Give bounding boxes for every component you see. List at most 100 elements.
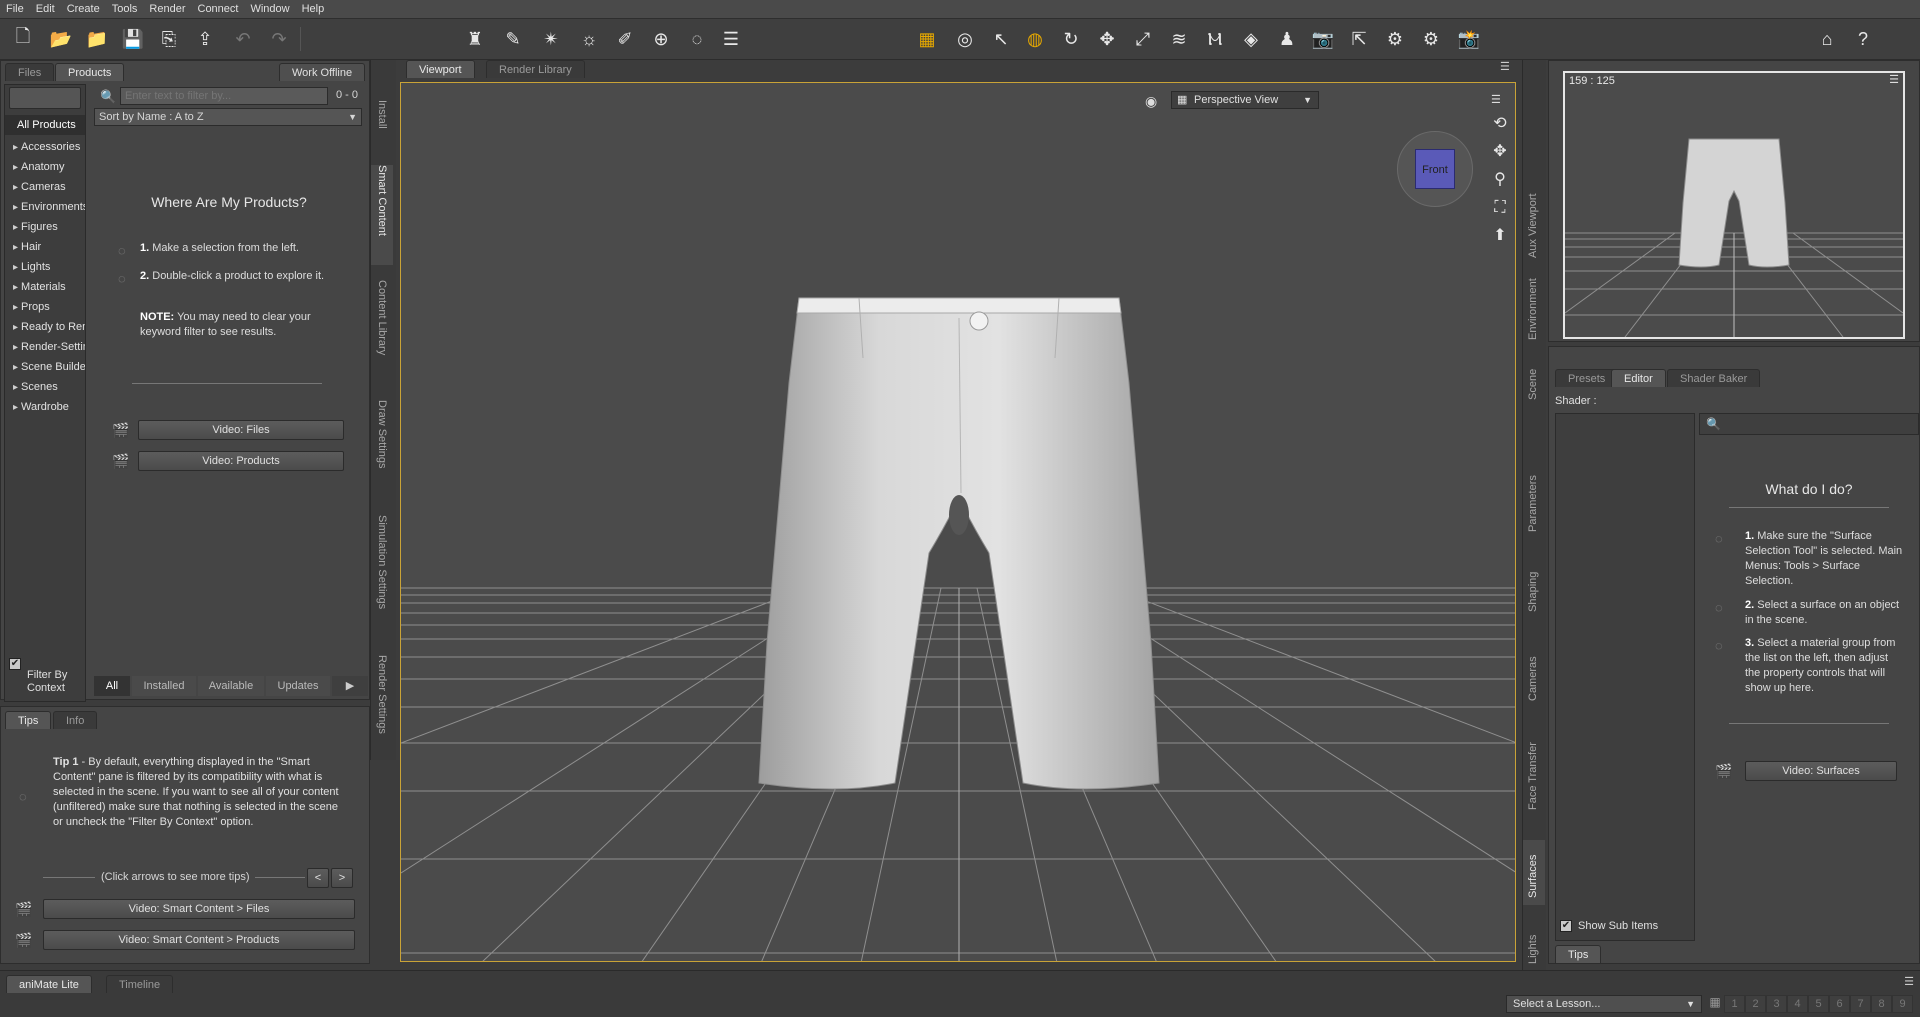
category-item[interactable]: Cameras (5, 177, 85, 197)
import-icon[interactable]: ⎘ (156, 26, 182, 52)
video-surfaces-button[interactable]: Video: Surfaces (1745, 761, 1897, 781)
prev-tip-button[interactable]: < (307, 868, 329, 888)
tab-parameters[interactable]: Parameters (1523, 460, 1545, 540)
category-item[interactable]: Hair (5, 237, 85, 257)
region-nav-icon[interactable]: ⇱ (1346, 26, 1372, 52)
tab-render-library[interactable]: Render Library (486, 60, 585, 78)
viewport-canvas[interactable]: ◉ ▦ Perspective View ▼ ☰ Front ⟲ ✥ ⚲ ⛶ ⬆ (400, 82, 1516, 962)
lesson-page[interactable]: 4 (1787, 995, 1808, 1013)
tab-tips[interactable]: Tips (5, 711, 52, 729)
frame-icon[interactable]: ⛶ (1489, 197, 1511, 219)
next-tip-button[interactable]: > (331, 868, 353, 888)
lesson-page[interactable]: 2 (1745, 995, 1766, 1013)
merge-file-icon[interactable]: 📁 (84, 26, 110, 52)
menu-tools[interactable]: Tools (112, 3, 138, 15)
video-products-button[interactable]: Video: Products (138, 451, 344, 471)
tab-available[interactable]: Available (198, 676, 264, 696)
tab-updates[interactable]: Updates (266, 676, 330, 696)
tab-environment[interactable]: Environment (1523, 260, 1545, 350)
view-cube-front[interactable]: Front (1415, 149, 1455, 189)
tab-files[interactable]: Files (5, 63, 55, 81)
material-group-list[interactable]: ✔ Show Sub Items (1555, 413, 1695, 941)
orbit-icon[interactable]: ⟲ (1489, 113, 1511, 135)
reset-view-icon[interactable]: ⬆ (1489, 225, 1511, 247)
tab-cameras[interactable]: Cameras (1523, 645, 1545, 705)
menu-create[interactable]: Create (67, 3, 100, 15)
tab-shader-baker[interactable]: Shader Baker (1667, 369, 1761, 387)
save-icon[interactable]: 💾 (120, 26, 146, 52)
category-item[interactable]: Ready to Render (5, 317, 85, 337)
joint-editor-icon[interactable]: ≋ (1166, 26, 1192, 52)
tab-render-settings[interactable]: Render Settings (371, 655, 393, 755)
video-files-button[interactable]: Video: Files (138, 420, 344, 440)
figure-setup-icon[interactable]: ♟ (1274, 26, 1300, 52)
category-item[interactable]: Environments (5, 197, 85, 217)
tab-scene[interactable]: Scene (1523, 360, 1545, 410)
tab-editor[interactable]: Editor (1611, 369, 1666, 387)
camera-tool-icon[interactable]: 📷 (1310, 26, 1336, 52)
menu-edit[interactable]: Edit (36, 3, 55, 15)
viewport-pane-menu-icon[interactable]: ☰ (1500, 60, 1510, 73)
tab-lights[interactable]: Lights (1523, 926, 1545, 966)
category-item[interactable]: Accessories (5, 137, 85, 157)
tab-content-library[interactable]: Content Library (371, 280, 393, 380)
property-filter-input[interactable]: 🔍 (1699, 413, 1919, 435)
view-select-dropdown[interactable]: ▦ Perspective View ▼ (1171, 91, 1319, 109)
category-item[interactable]: Scenes (5, 377, 85, 397)
lesson-page[interactable]: 5 (1808, 995, 1829, 1013)
video-smart-content-files-button[interactable]: Video: Smart Content > Files (43, 899, 355, 919)
draw-style-icon[interactable]: ◉ (1145, 93, 1157, 110)
spot-render-icon[interactable]: ⚙ (1418, 26, 1444, 52)
lesson-page[interactable]: 1 (1724, 995, 1745, 1013)
point-light-icon[interactable]: ✐ (612, 26, 638, 52)
new-file-icon[interactable]: 🗋 (10, 26, 36, 52)
tab-shaping[interactable]: Shaping (1523, 560, 1545, 620)
camera-light-icon[interactable]: ⊕ (648, 26, 674, 52)
category-item[interactable]: Scene Builder (5, 357, 85, 377)
sort-dropdown[interactable]: Sort by Name : A to Z ▼ (94, 108, 362, 126)
lesson-page[interactable]: 6 (1829, 995, 1850, 1013)
rotate-icon[interactable]: ◍ (1022, 26, 1048, 52)
category-item[interactable]: Render-Settings (5, 337, 85, 357)
menu-file[interactable]: File (6, 3, 24, 15)
aux-menu-icon[interactable]: ☰ (1889, 73, 1899, 86)
aux-viewport-canvas[interactable]: 159 : 125 ☰ (1563, 71, 1905, 339)
rotate-tool-icon[interactable]: ↻ (1058, 26, 1084, 52)
translate-icon[interactable]: ✥ (1094, 26, 1120, 52)
tab-all[interactable]: All (94, 676, 130, 696)
help-icon[interactable]: ? (1850, 26, 1876, 52)
tab-timeline[interactable]: Timeline (106, 975, 174, 993)
category-item[interactable]: Materials (5, 277, 85, 297)
tab-install[interactable]: Install (371, 100, 393, 170)
menu-help[interactable]: Help (302, 3, 325, 15)
menu-window[interactable]: Window (250, 3, 289, 15)
lesson-page[interactable]: 3 (1766, 995, 1787, 1013)
tab-draw-settings[interactable]: Draw Settings (371, 400, 393, 500)
video-smart-content-products-button[interactable]: Video: Smart Content > Products (43, 930, 355, 950)
tab-installed[interactable]: Installed (132, 676, 196, 696)
tab-animate-lite[interactable]: aniMate Lite (6, 975, 92, 993)
scale-icon[interactable]: ⤢ (1130, 26, 1156, 52)
spotlight-icon[interactable]: ✴ (538, 26, 564, 52)
vendor-filter-dropdown[interactable] (9, 87, 81, 109)
all-products-item[interactable]: All Products (5, 115, 85, 135)
viewport-menu-icon[interactable]: ☰ (1491, 93, 1501, 106)
universal-tool-icon[interactable]: ◎ (952, 26, 978, 52)
home-icon[interactable]: ⌂ (1814, 26, 1840, 52)
tab-viewport[interactable]: Viewport (406, 60, 475, 78)
zoom-icon[interactable]: ⚲ (1489, 169, 1511, 191)
tab-surfaces[interactable]: Surfaces (1523, 840, 1545, 905)
geometry-editor-icon[interactable]: Ⲙ (1202, 26, 1228, 52)
lesson-page[interactable]: 9 (1892, 995, 1913, 1013)
node-selection-icon[interactable]: ↖ (988, 26, 1014, 52)
category-item[interactable]: Lights (5, 257, 85, 277)
tab-simulation-settings[interactable]: Simulation Settings (371, 515, 393, 645)
category-item[interactable]: Figures (5, 217, 85, 237)
render-icon[interactable]: 📸 (1456, 26, 1482, 52)
export-icon[interactable]: ⇪ (192, 26, 218, 52)
bottom-menu-icon[interactable]: ☰ (1904, 975, 1914, 988)
active-pose-tool-icon[interactable]: ▦ (914, 26, 940, 52)
menu-render[interactable]: Render (149, 3, 185, 15)
align-icon[interactable]: ☰ (718, 26, 744, 52)
tabs-scroll-right-icon[interactable]: ▶ (332, 676, 368, 696)
